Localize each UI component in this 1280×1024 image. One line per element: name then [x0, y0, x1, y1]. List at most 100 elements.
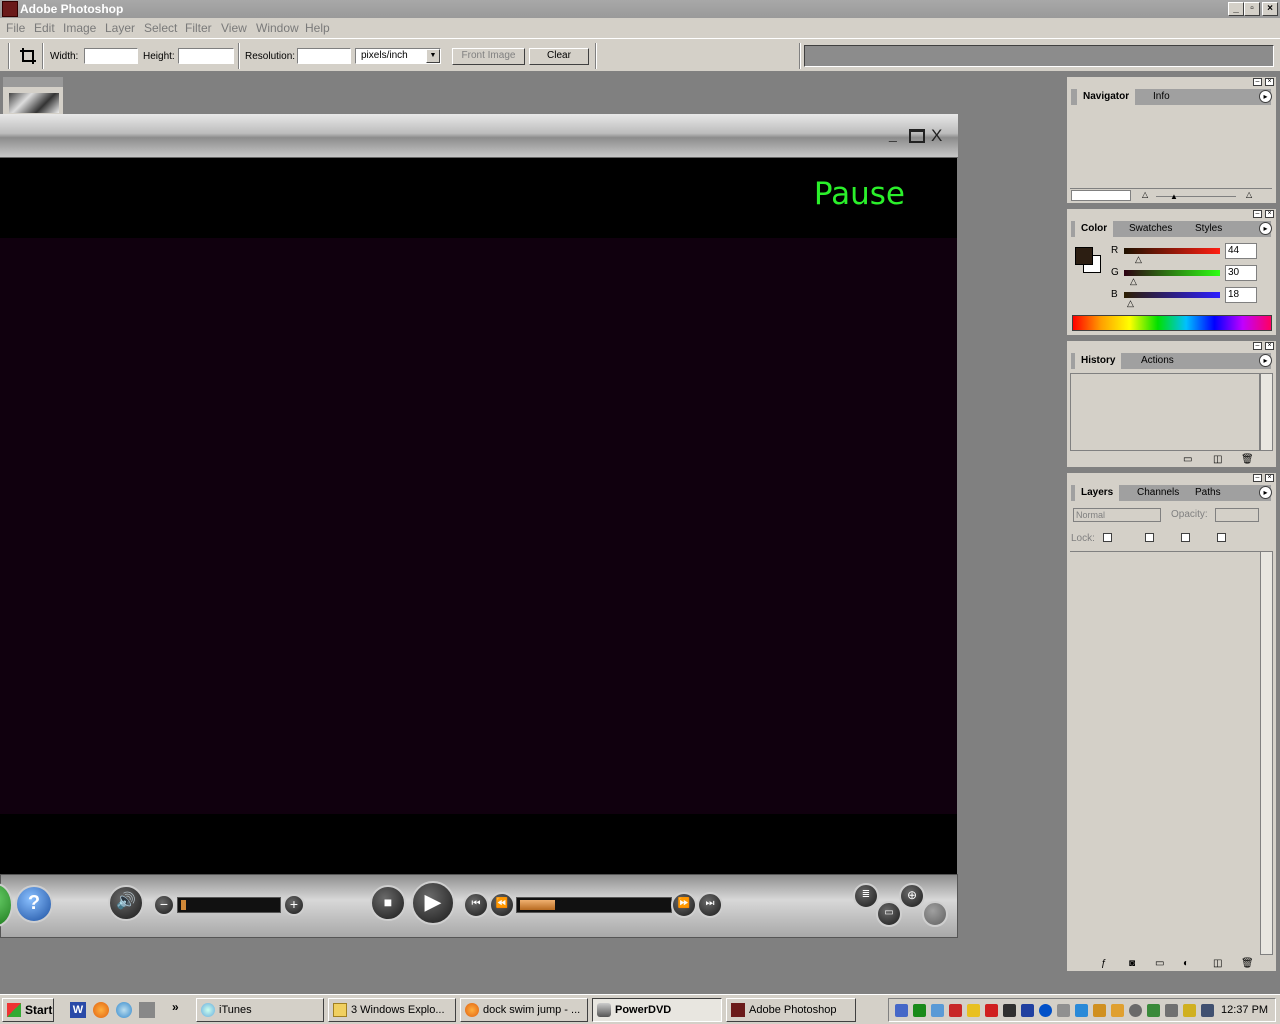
hardware-icon[interactable] — [1165, 1004, 1178, 1017]
menu-help[interactable]: Help — [305, 21, 330, 35]
palette-menu-button[interactable]: ▸ — [1259, 90, 1272, 103]
blue-slider[interactable] — [1124, 292, 1220, 298]
blue-slider-thumb[interactable]: △ — [1127, 298, 1134, 309]
start-button[interactable]: Start — [2, 998, 54, 1022]
zoom-in-icon[interactable]: △ — [1246, 190, 1252, 199]
menu-edit[interactable]: Edit — [34, 21, 55, 35]
layers-scrollbar[interactable] — [1260, 551, 1273, 955]
tab-layers[interactable]: Layers — [1075, 485, 1120, 501]
camera-icon[interactable] — [1003, 1004, 1016, 1017]
volume-slider-thumb[interactable] — [181, 900, 186, 910]
player-minimize-button[interactable]: _ — [889, 126, 897, 142]
taskbar-item-itunes[interactable]: iTunes — [196, 998, 324, 1022]
tab-channels[interactable]: Channels — [1131, 485, 1185, 501]
taskbar-item-windows-explorer[interactable]: 3 Windows Explo... — [328, 998, 456, 1022]
gecko-icon[interactable] — [1147, 1004, 1160, 1017]
layers-list[interactable] — [1070, 551, 1260, 955]
palette-close-button[interactable]: × — [1265, 210, 1274, 218]
antivirus-icon[interactable] — [985, 1004, 998, 1017]
tab-actions[interactable]: Actions — [1135, 353, 1180, 369]
palette-well[interactable] — [804, 45, 1274, 67]
menu-select[interactable]: Select — [144, 21, 177, 35]
palette-menu-button[interactable]: ▸ — [1259, 222, 1272, 235]
adjustment-layer-icon[interactable]: ◐ — [1183, 958, 1189, 969]
height-field[interactable] — [178, 48, 234, 64]
blue-value-field[interactable]: 18 — [1225, 287, 1257, 303]
front-image-button[interactable]: Front Image — [452, 48, 525, 65]
crop-tool-icon[interactable] — [18, 46, 38, 66]
history-list[interactable] — [1070, 373, 1260, 451]
drive-icon[interactable] — [1021, 1004, 1034, 1017]
tab-styles[interactable]: Styles — [1189, 221, 1228, 237]
restore-button[interactable]: ▫ — [1244, 2, 1260, 16]
seek-slider-thumb[interactable] — [520, 900, 555, 910]
palette-title-bar[interactable] — [1067, 341, 1276, 351]
messenger-icon[interactable] — [1039, 1004, 1052, 1017]
palette-minimize-button[interactable]: – — [1253, 474, 1262, 482]
next-chapter-button[interactable]: ⏭ — [697, 892, 723, 918]
display-icon[interactable] — [1201, 1004, 1214, 1017]
close-button[interactable]: × — [1262, 2, 1278, 16]
tab-color[interactable]: Color — [1075, 221, 1114, 237]
chevron-down-icon[interactable]: ▼ — [426, 49, 440, 63]
menu-image[interactable]: Image — [63, 21, 96, 35]
chevron-right-icon[interactable]: » — [172, 1000, 179, 1014]
palette-title-bar[interactable] — [1067, 209, 1276, 219]
opacity-field[interactable] — [1215, 508, 1259, 522]
wireless-icon[interactable] — [1057, 1004, 1070, 1017]
minimize-button[interactable]: _ — [1228, 2, 1244, 16]
firefox-icon[interactable] — [93, 1002, 109, 1018]
palette-minimize-button[interactable]: – — [1253, 78, 1262, 86]
gripper[interactable] — [8, 43, 10, 69]
volume-down-button[interactable]: − — [153, 894, 175, 916]
menu-button[interactable]: ≣ — [853, 883, 879, 909]
foreground-color-swatch[interactable] — [1075, 247, 1093, 265]
palette-close-button[interactable]: × — [1265, 474, 1274, 482]
tab-paths[interactable]: Paths — [1189, 485, 1227, 501]
new-snapshot-icon[interactable]: ◫ — [1213, 454, 1222, 465]
palette-menu-button[interactable]: ▸ — [1259, 486, 1272, 499]
player-maximize-button[interactable] — [909, 129, 925, 143]
tab-swatches[interactable]: Swatches — [1123, 221, 1178, 237]
zoom-slider[interactable] — [1156, 196, 1236, 197]
stop-button[interactable]: ■ — [370, 885, 406, 921]
menu-file[interactable]: File — [6, 21, 25, 35]
trash-icon[interactable]: 🗑 — [1241, 454, 1254, 465]
lock-transparency-checkbox[interactable] — [1103, 533, 1112, 542]
taskbar-item-powerdvd[interactable]: PowerDVD — [592, 998, 722, 1022]
green-slider[interactable] — [1124, 270, 1220, 276]
fast-forward-button[interactable]: ⏩ — [671, 892, 697, 918]
red-slider-thumb[interactable]: △ — [1135, 254, 1142, 265]
palette-minimize-button[interactable]: – — [1253, 210, 1262, 218]
player-close-button[interactable]: X — [931, 126, 942, 146]
resolution-unit-select[interactable]: pixels/inch ▼ — [355, 48, 441, 64]
new-set-icon[interactable]: ▭ — [1155, 958, 1164, 969]
palette-menu-button[interactable]: ▸ — [1259, 354, 1272, 367]
network-icon[interactable] — [895, 1004, 908, 1017]
tab-history[interactable]: History — [1075, 353, 1122, 369]
help-button[interactable]: ? — [15, 885, 53, 923]
signal-icon[interactable] — [913, 1004, 926, 1017]
tab-info[interactable]: Info — [1147, 89, 1176, 105]
seek-slider[interactable] — [516, 897, 672, 913]
history-scrollbar[interactable] — [1260, 373, 1273, 451]
lock-all-checkbox[interactable] — [1217, 533, 1226, 542]
tool-icon[interactable] — [1111, 1004, 1124, 1017]
clear-button[interactable]: Clear — [529, 48, 589, 65]
menu-window[interactable]: Window — [256, 21, 299, 35]
layer-mask-icon[interactable]: ◙ — [1129, 958, 1135, 969]
music-icon[interactable] — [931, 1004, 944, 1017]
word-icon[interactable]: W — [70, 1002, 86, 1018]
menu-layer[interactable]: Layer — [105, 21, 135, 35]
palette-title-bar[interactable] — [1067, 473, 1276, 483]
red-value-field[interactable]: 44 — [1225, 243, 1257, 259]
lock-position-checkbox[interactable] — [1181, 533, 1190, 542]
layer-style-icon[interactable]: ƒ — [1101, 958, 1107, 969]
speaker-muted-icon[interactable] — [949, 1004, 962, 1017]
new-document-icon[interactable]: ▭ — [1183, 454, 1192, 465]
lock-image-checkbox[interactable] — [1145, 533, 1154, 542]
desktop-icon[interactable] — [139, 1002, 155, 1018]
shield-icon[interactable] — [967, 1004, 980, 1017]
palette-title-bar[interactable] — [1067, 77, 1276, 87]
taskbar-item-firefox[interactable]: dock swim jump - ... — [460, 998, 588, 1022]
